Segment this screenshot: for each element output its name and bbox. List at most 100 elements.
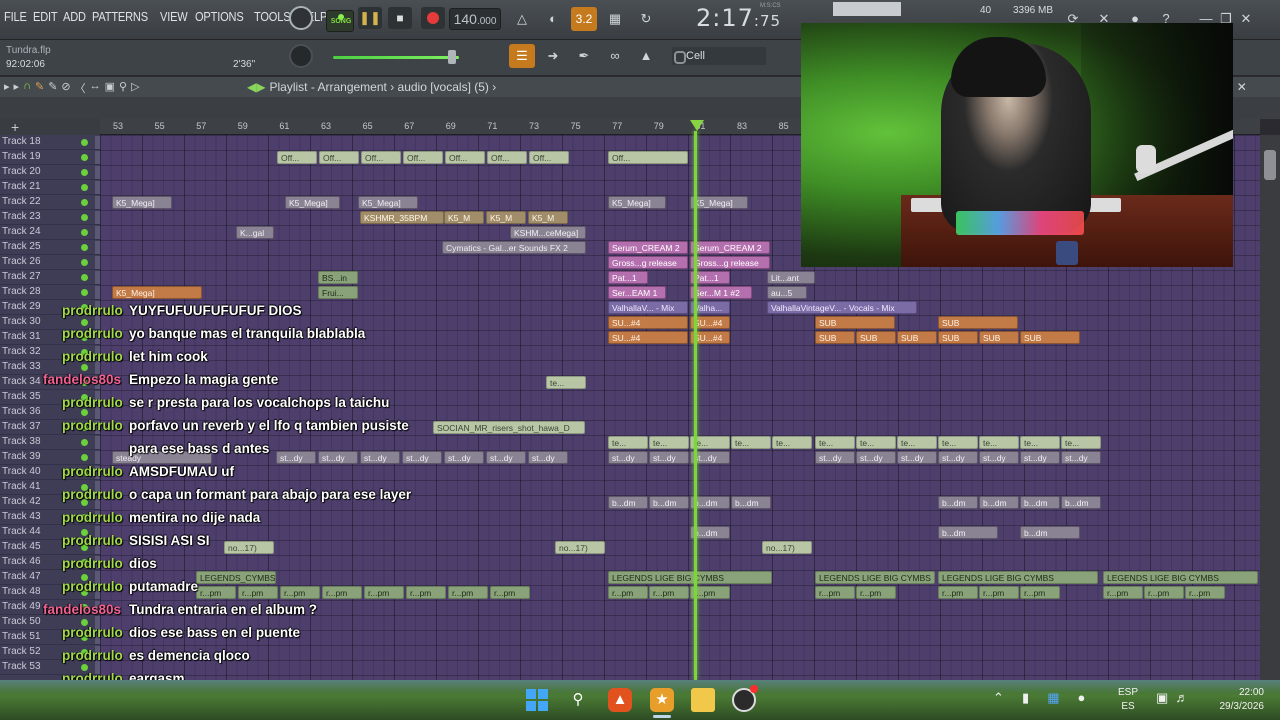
master-pitch-knob[interactable] xyxy=(289,44,313,68)
vertical-scroll-thumb[interactable] xyxy=(1264,150,1276,180)
tempo-display[interactable]: 140.000 xyxy=(449,8,501,30)
track-header[interactable]: Track 25 xyxy=(0,240,100,255)
playlist-clip[interactable]: Ser...M 1 #2 xyxy=(690,286,752,299)
plugin-icon[interactable]: ▲ xyxy=(633,44,659,68)
playlist-clip[interactable]: Off... xyxy=(361,151,401,164)
playlist-clip[interactable]: Cymatics - Gal...er Sounds FX 2 xyxy=(442,241,586,254)
track-header[interactable]: Track 22 xyxy=(0,195,100,210)
playlist-clip[interactable]: Serum_CREAM 2 xyxy=(690,241,770,254)
tray-chevron-icon[interactable]: ⌃ xyxy=(993,690,1004,705)
playlist-clip[interactable]: K5_M xyxy=(528,211,568,224)
playlist-clip[interactable]: Off... xyxy=(529,151,569,164)
file-explorer-icon[interactable] xyxy=(691,688,715,712)
playlist-clip[interactable]: Off... xyxy=(608,151,688,164)
playlist-clip[interactable]: KSHMR_35BPM xyxy=(360,211,444,224)
magnet-icon[interactable]: ∩ xyxy=(23,80,31,96)
zoom-icon[interactable]: ⚲ xyxy=(119,80,127,96)
playlist-clip[interactable]: r...pm xyxy=(1185,586,1225,599)
menu-view[interactable]: VIEW xyxy=(160,9,188,24)
track-header[interactable]: Track 24 xyxy=(0,225,100,240)
playlist-clip[interactable]: r...pm xyxy=(815,586,855,599)
playlist-clip[interactable]: Lit...ant xyxy=(767,271,815,284)
playlist-clip[interactable]: b...dm xyxy=(938,526,998,539)
brush-icon[interactable]: ✒ xyxy=(571,44,597,68)
playlist-clip[interactable]: K5_Mega] xyxy=(112,286,202,299)
playlist-clip[interactable]: Off... xyxy=(403,151,443,164)
microphone-icon[interactable]: ● xyxy=(1078,690,1086,705)
playlist-clip[interactable]: SUB xyxy=(938,331,978,344)
playlist-clip[interactable]: SUB xyxy=(815,331,855,344)
playlist-clip[interactable]: te... xyxy=(649,436,689,449)
link-icon[interactable]: ∞ xyxy=(602,44,628,68)
vertical-scrollbar[interactable] xyxy=(1260,135,1280,680)
playlist-clip[interactable]: te... xyxy=(815,436,855,449)
step-edit-icon[interactable]: ▦ xyxy=(602,7,628,31)
playback-icon[interactable]: ▷ xyxy=(131,80,139,96)
playlist-clip[interactable]: Frui... xyxy=(318,286,358,299)
track-header[interactable]: Track 28 xyxy=(0,285,100,300)
playlist-clip[interactable]: r...pm xyxy=(608,586,648,599)
playlist-clip[interactable]: r...pm xyxy=(856,586,896,599)
playlist-clip[interactable]: Off... xyxy=(277,151,317,164)
track-header[interactable]: Track 21 xyxy=(0,180,100,195)
track-mute-led[interactable] xyxy=(81,244,88,251)
playlist-clip[interactable]: r...pm xyxy=(1103,586,1143,599)
playlist-clip[interactable]: b...dm xyxy=(649,496,689,509)
song-mode-button[interactable]: SONG xyxy=(326,10,354,32)
track-mute-led[interactable] xyxy=(81,169,88,176)
playlist-clip[interactable]: te... xyxy=(979,436,1019,449)
track-mute-led[interactable] xyxy=(81,154,88,161)
slip-icon[interactable]: ↔ xyxy=(90,80,101,96)
playlist-clip[interactable]: st...dy xyxy=(815,451,855,464)
playlist-clip[interactable]: SU...#4 xyxy=(608,316,688,329)
menu-file[interactable]: FILE xyxy=(4,9,27,24)
playlist-clip[interactable]: K...gal xyxy=(236,226,274,239)
playlist-clip[interactable]: Off... xyxy=(319,151,359,164)
playlist-clip[interactable]: st...dy xyxy=(1061,451,1101,464)
playlist-clip[interactable]: st...dy xyxy=(979,451,1019,464)
playlist-clip[interactable]: te... xyxy=(897,436,937,449)
playlist-clip[interactable]: st...dy xyxy=(1020,451,1060,464)
piano-roll-icon[interactable]: ➜ xyxy=(540,44,566,68)
track-mute-led[interactable] xyxy=(81,184,88,191)
track-header[interactable]: Track 26 xyxy=(0,255,100,270)
clock[interactable]: 22:00 29/3/2026 xyxy=(1212,686,1265,714)
snap-selector[interactable]: Cell xyxy=(672,47,766,65)
add-track-icon[interactable]: + xyxy=(11,119,19,135)
pencil-icon[interactable]: ✎ xyxy=(35,80,44,96)
playlist-clip[interactable]: LEGENDS LIGE BIG CYMBS xyxy=(608,571,772,584)
playlist-clip[interactable]: K5_Mega] xyxy=(690,196,748,209)
playlist-clip[interactable]: b...dm xyxy=(1020,496,1060,509)
playlist-clip[interactable]: ValhallaV... - Mix xyxy=(608,301,688,314)
playlist-clip[interactable]: au...5 xyxy=(767,286,807,299)
pattern-counter-button[interactable]: 3.2 xyxy=(571,7,597,31)
playlist-clip[interactable]: SUB xyxy=(979,331,1019,344)
playlist-clip[interactable]: Gross...g release xyxy=(608,256,688,269)
playlist-clip[interactable]: K5_Mega] xyxy=(358,196,418,209)
playlist-clip[interactable]: SUB xyxy=(938,316,1018,329)
playlist-clip[interactable]: b...dm xyxy=(608,496,648,509)
playlist-clip[interactable]: r...pm xyxy=(1144,586,1184,599)
playlist-clip[interactable]: te... xyxy=(856,436,896,449)
track-mute-led[interactable] xyxy=(81,274,88,281)
search-icon[interactable]: ⚲ xyxy=(566,688,590,712)
track-header[interactable]: Track 20 xyxy=(0,165,100,180)
playlist-clip[interactable]: K5_Mega] xyxy=(608,196,666,209)
playlist-clip[interactable]: b...dm xyxy=(1020,526,1080,539)
playlist-clip[interactable]: K5_Mega] xyxy=(112,196,172,209)
playlist-clip[interactable]: SUB xyxy=(1020,331,1080,344)
master-volume-slider[interactable] xyxy=(333,56,459,59)
track-mute-led[interactable] xyxy=(81,139,88,146)
playlist-clip[interactable]: b...dm xyxy=(979,496,1019,509)
playlist-clip[interactable]: b...dm xyxy=(731,496,771,509)
mute-icon[interactable]: 〈 xyxy=(75,80,86,96)
playlist-clip[interactable]: SU...#4 xyxy=(608,331,688,344)
playlist-clip[interactable]: te... xyxy=(938,436,978,449)
playlist-clip[interactable]: st...dy xyxy=(856,451,896,464)
playlist-clip[interactable]: b...dm xyxy=(1061,496,1101,509)
playlist-clip[interactable]: SUB xyxy=(815,316,895,329)
stop-button[interactable]: ■ xyxy=(388,7,412,29)
playlist-icon[interactable]: ☰ xyxy=(509,44,535,68)
playlist-clip[interactable]: r...pm xyxy=(938,586,978,599)
delete-icon[interactable]: ⊘ xyxy=(61,80,70,96)
